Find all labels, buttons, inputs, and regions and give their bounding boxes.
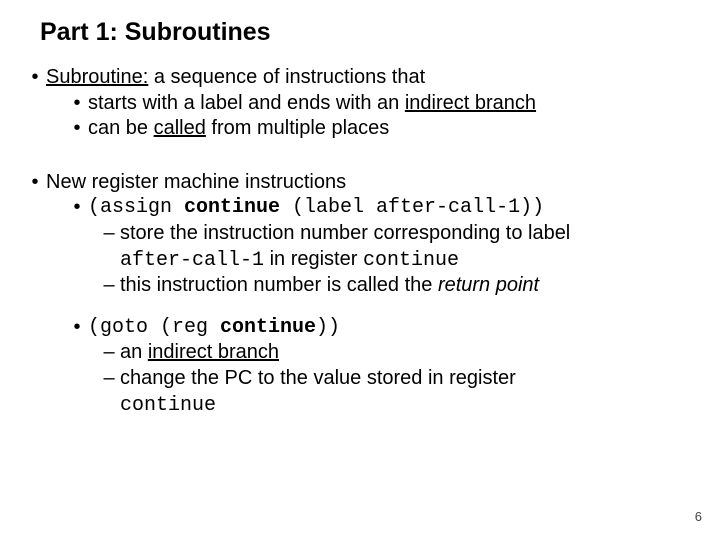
bullet-text: New register machine instructions [46,170,700,196]
slide: Part 1: Subroutines • Subroutine: a sequ… [0,0,720,540]
bullet-marker: • [24,170,46,196]
bullet-called: • can be called from multiple places [66,116,700,142]
slide-title: Part 1: Subroutines [40,18,700,47]
slide-body: • Subroutine: a sequence of instructions… [34,65,700,418]
bullet-store-instr: – store the instruction number correspon… [98,221,700,273]
bullet-indirect-branch: – an indirect branch [98,340,700,366]
bullet-goto: • (goto (reg continue)) [66,315,700,341]
bullet-marker: • [66,315,88,341]
page-number: 6 [695,509,702,524]
bullet-marker: • [24,65,46,91]
bullet-marker: • [66,116,88,142]
dash-marker: – [98,273,120,299]
bullet-text: store the instruction number correspondi… [120,221,700,273]
code-goto: (goto (reg continue)) [88,315,700,341]
bullet-text: starts with a label and ends with an ind… [88,91,700,117]
bullet-marker: • [66,91,88,117]
bullet-text: can be called from multiple places [88,116,700,142]
bullet-return-point: – this instruction number is called the … [98,273,700,299]
bullet-text: change the PC to the value stored in reg… [120,366,700,418]
dash-marker: – [98,221,120,273]
bullet-marker: • [66,195,88,221]
bullet-text: Subroutine: a sequence of instructions t… [46,65,700,91]
bullet-text: an indirect branch [120,340,700,366]
bullet-subroutine: • Subroutine: a sequence of instructions… [34,65,700,91]
bullet-assign: • (assign continue (label after-call-1)) [66,195,700,221]
dash-marker: – [98,366,120,418]
bullet-change-pc: – change the PC to the value stored in r… [98,366,700,418]
bullet-new-instr: • New register machine instructions [34,170,700,196]
dash-marker: – [98,340,120,366]
code-assign: (assign continue (label after-call-1)) [88,195,700,221]
bullet-starts-label: • starts with a label and ends with an i… [66,91,700,117]
bullet-text: this instruction number is called the re… [120,273,700,299]
